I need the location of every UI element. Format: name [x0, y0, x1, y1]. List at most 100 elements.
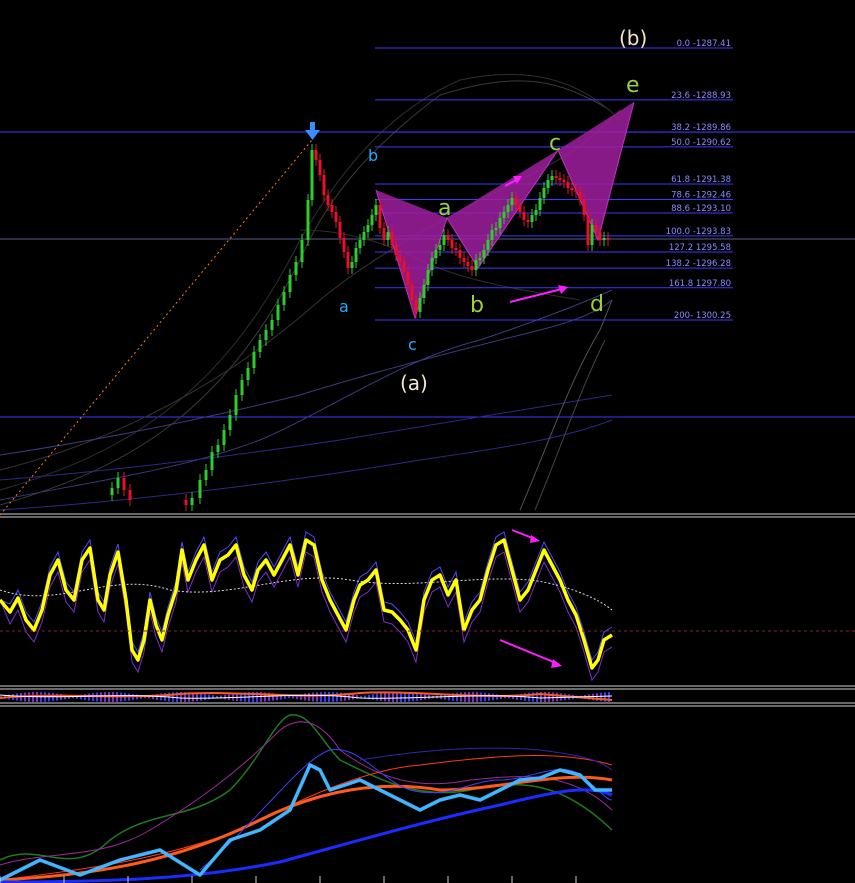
histogram-bar — [384, 692, 386, 702]
histogram-bar — [380, 693, 382, 701]
candle-body — [362, 232, 366, 240]
candle-body — [398, 255, 402, 262]
candle-body — [478, 258, 482, 260]
histogram-bar — [208, 694, 210, 700]
candle-body — [198, 480, 202, 498]
candle-body — [342, 238, 346, 252]
histogram-bar — [228, 694, 230, 700]
candle-body — [240, 380, 244, 395]
candle-body — [378, 205, 382, 228]
histogram-bar — [468, 692, 470, 702]
candle-body — [270, 320, 274, 330]
histogram-bar — [324, 692, 326, 702]
candle-body — [566, 182, 570, 188]
histogram-bar — [552, 692, 554, 702]
histogram-bar — [476, 692, 478, 702]
candle-body — [602, 238, 606, 240]
candle-body — [550, 176, 554, 180]
histogram-bar — [372, 694, 374, 700]
candle-body — [282, 292, 286, 305]
candle-body — [318, 160, 322, 175]
candle-body — [594, 225, 598, 232]
candle-body — [310, 150, 314, 200]
candle-body — [518, 205, 522, 212]
fib-level-label: 61.8 -1291.38 — [671, 175, 731, 185]
histogram-bar — [376, 693, 378, 701]
candle-body — [546, 180, 550, 188]
candle-body — [222, 430, 226, 445]
histogram-bar — [336, 692, 338, 702]
fib-level-label: 23.6 -1288.93 — [671, 91, 731, 101]
histogram-bar — [460, 692, 462, 702]
candle-body — [390, 232, 394, 245]
candle-body — [506, 205, 510, 212]
candle-body — [470, 266, 474, 270]
histogram-bar — [88, 693, 90, 701]
candle-body — [246, 368, 250, 380]
candle-body — [494, 228, 498, 230]
chart-canvas: 200- 1300.25 161.8 1297.80 138.2 -1296.28 1… — [0, 0, 855, 883]
candle-body — [276, 305, 280, 320]
fib-level-label: 200- 1300.25 — [674, 311, 731, 321]
candle-body — [554, 176, 558, 178]
candle-body — [446, 235, 450, 240]
histogram-bar — [308, 693, 310, 701]
fib-level-label: 50.0 -1290.62 — [671, 138, 731, 148]
candle-body — [522, 212, 526, 220]
histogram-bar — [316, 692, 318, 702]
candle-body — [510, 198, 514, 205]
fib-level-label: 0.0 -1287.41 — [677, 39, 731, 49]
candle-body — [110, 488, 114, 495]
candle-body — [258, 340, 262, 352]
candle-body — [486, 240, 490, 250]
histogram-bar — [200, 693, 202, 701]
candle-body — [264, 330, 268, 340]
candle-body — [346, 252, 350, 268]
candle-body — [116, 478, 120, 488]
candle-body — [558, 178, 562, 180]
candle-body — [190, 498, 194, 505]
candle-body — [394, 245, 398, 255]
candle-body — [466, 262, 470, 266]
candle-body — [590, 225, 594, 245]
candle-body — [374, 205, 378, 215]
wave-label-green-a: a — [438, 196, 451, 221]
histogram-bar — [356, 695, 358, 699]
histogram-bar — [388, 692, 390, 702]
candle-body — [482, 250, 486, 258]
histogram-bar — [492, 693, 494, 701]
candle-body — [414, 300, 418, 312]
candle-body — [498, 218, 502, 228]
candle-body — [402, 262, 406, 272]
wave-label-left-b: b — [368, 146, 378, 165]
candle-body — [406, 272, 410, 285]
candle-body — [574, 190, 578, 192]
candle-body — [338, 222, 342, 238]
histogram-bar — [312, 692, 314, 702]
candle-body — [210, 452, 214, 470]
histogram-bar — [416, 693, 418, 701]
candle-body — [530, 215, 534, 222]
candle-body — [514, 198, 518, 205]
candle-body — [542, 188, 546, 198]
candle-body — [366, 225, 370, 232]
candle-body — [526, 220, 530, 222]
candle-body — [462, 258, 466, 262]
candle-body — [382, 228, 386, 240]
candle-body — [326, 195, 330, 205]
histogram-bar — [320, 692, 322, 702]
candle-body — [322, 175, 326, 195]
candle-body — [122, 478, 126, 490]
candle-body — [422, 285, 426, 298]
candle-body — [598, 232, 602, 240]
fib-level-label: 88.6 -1293.10 — [671, 204, 731, 214]
candle-body — [314, 150, 318, 160]
candle-body — [434, 250, 438, 258]
histogram-bar — [480, 692, 482, 702]
candle-body — [410, 285, 414, 300]
candle-body — [184, 500, 188, 505]
wave-label-green-b: b — [470, 293, 484, 318]
candle-body — [300, 240, 304, 262]
candle-body — [586, 215, 590, 245]
fib-level-label: 78.6 -1292.46 — [671, 190, 731, 200]
